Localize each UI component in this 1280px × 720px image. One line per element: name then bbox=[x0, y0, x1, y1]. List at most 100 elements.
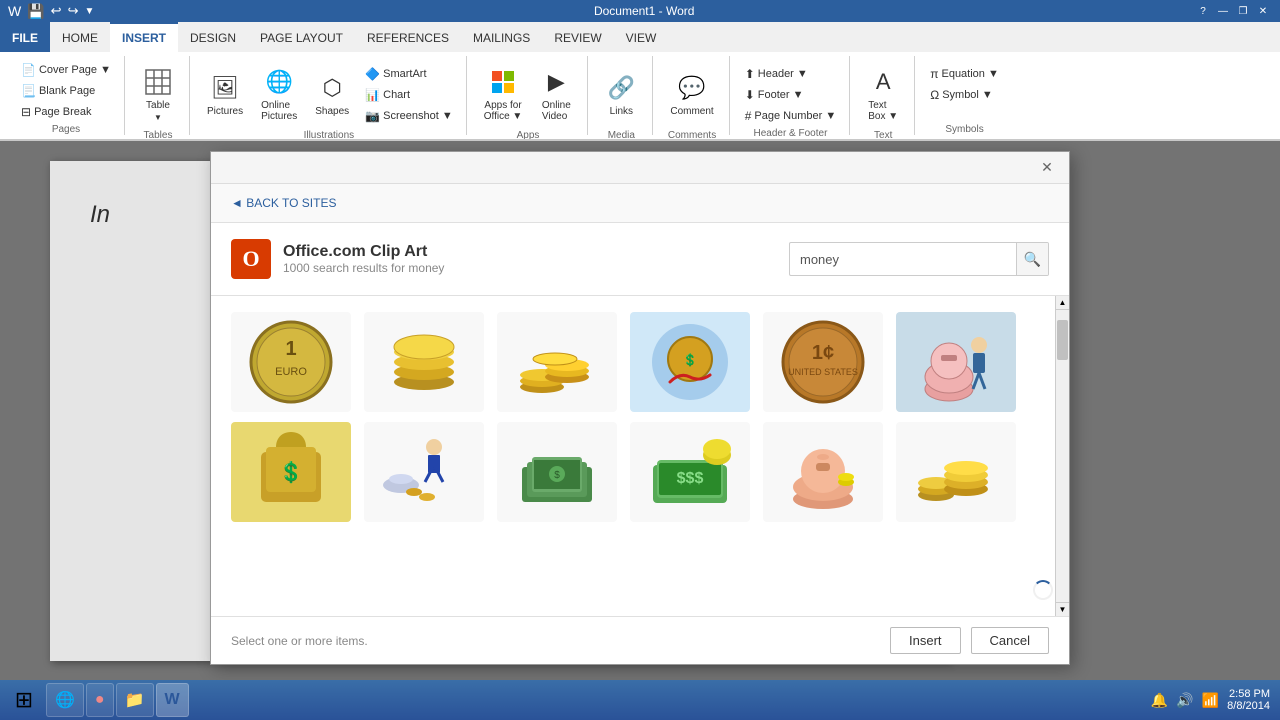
word-taskbar-icon: W bbox=[165, 691, 180, 709]
clip-item[interactable] bbox=[763, 422, 883, 522]
clip-art-dialog: ✕ ◄ BACK TO SITES O Office.com Clip Art … bbox=[210, 151, 1070, 665]
page-break-button[interactable]: ⊟ Page Break bbox=[16, 102, 116, 122]
equation-icon: π bbox=[930, 67, 938, 81]
quick-save[interactable]: 💾 bbox=[27, 3, 44, 20]
online-video-label: OnlineVideo bbox=[542, 100, 571, 122]
search-input[interactable] bbox=[790, 246, 1016, 273]
text-box-button[interactable]: A TextBox ▼ bbox=[860, 60, 906, 128]
pictures-button[interactable]: 🖼 Pictures bbox=[200, 60, 250, 128]
blank-page-button[interactable]: 📃 Blank Page bbox=[16, 81, 116, 101]
clip-item[interactable] bbox=[497, 312, 617, 412]
notification-icon[interactable]: 🔔 bbox=[1151, 692, 1168, 709]
taskbar-clock: 2:58 PM 8/8/2014 bbox=[1227, 688, 1270, 712]
dialog-close-button[interactable]: ✕ bbox=[1037, 158, 1057, 178]
taskbar-item-word[interactable]: W bbox=[156, 683, 189, 717]
chrome-icon: ● bbox=[95, 691, 105, 709]
clip-item[interactable] bbox=[896, 312, 1016, 412]
taskbar-item-chrome[interactable]: ● bbox=[86, 683, 114, 717]
minimize-button[interactable]: — bbox=[1214, 3, 1232, 19]
media-group-label: Media bbox=[608, 128, 635, 140]
tab-references[interactable]: REFERENCES bbox=[355, 22, 461, 52]
tab-design[interactable]: DESIGN bbox=[178, 22, 248, 52]
ribbon-group-illustrations: 🖼 Pictures 🌐 OnlinePictures ⬡ Shapes 🔷 bbox=[192, 56, 467, 135]
insert-button[interactable]: Insert bbox=[890, 627, 961, 654]
clip-item[interactable] bbox=[896, 422, 1016, 522]
footer-icon: ⬇ bbox=[745, 88, 755, 102]
search-box: 🔍 bbox=[789, 242, 1049, 276]
clip-item[interactable]: 1 EURO bbox=[231, 312, 351, 412]
files-icon: 📁 bbox=[125, 690, 145, 710]
tab-insert[interactable]: INSERT bbox=[110, 22, 178, 52]
search-button[interactable]: 🔍 bbox=[1016, 243, 1048, 275]
screenshot-button[interactable]: 📷 Screenshot ▼ bbox=[360, 106, 458, 126]
quick-redo[interactable]: ↪ bbox=[68, 3, 79, 19]
footer-button[interactable]: ⬇ Footer ▼ bbox=[740, 85, 842, 105]
cover-page-button[interactable]: 📄 Cover Page ▼ bbox=[16, 60, 116, 80]
office-logo-text: Office.com Clip Art 1000 search results … bbox=[283, 243, 444, 275]
dialog-images: 1 EURO bbox=[211, 296, 1069, 616]
smartart-button[interactable]: 🔷 SmartArt bbox=[360, 64, 458, 84]
tab-view[interactable]: VIEW bbox=[614, 22, 669, 52]
comment-button[interactable]: 💬 Comment bbox=[663, 60, 720, 128]
clip-item[interactable]: $ bbox=[497, 422, 617, 522]
apps-for-office-button[interactable]: Apps forOffice ▼ bbox=[477, 60, 530, 128]
scroll-up-button[interactable]: ▲ bbox=[1056, 296, 1069, 310]
links-label: Links bbox=[610, 106, 633, 117]
symbol-button[interactable]: Ω Symbol ▼ bbox=[925, 85, 1004, 105]
ribbon-group-media: 🔗 Links Media bbox=[590, 56, 653, 135]
svg-text:$: $ bbox=[554, 470, 560, 481]
tab-home[interactable]: HOME bbox=[50, 22, 110, 52]
cancel-button[interactable]: Cancel bbox=[971, 627, 1049, 654]
page-number-button[interactable]: # Page Number ▼ bbox=[740, 106, 842, 126]
taskbar-item-ie[interactable]: 🌐 bbox=[46, 683, 84, 717]
tables-group-label: Tables bbox=[144, 128, 173, 140]
chart-button[interactable]: 📊 Chart bbox=[360, 85, 458, 105]
page-number-icon: # bbox=[745, 109, 752, 123]
customize-arrow[interactable]: ▼ bbox=[84, 6, 94, 17]
header-button[interactable]: ⬆ Header ▼ bbox=[740, 64, 842, 84]
help-button[interactable]: ? bbox=[1194, 3, 1212, 19]
speaker-icon[interactable]: 🔊 bbox=[1176, 692, 1193, 709]
clip-item[interactable]: 1¢ UNITED STATES bbox=[763, 312, 883, 412]
online-pictures-button[interactable]: 🌐 OnlinePictures bbox=[254, 60, 304, 128]
network-icon[interactable]: 📶 bbox=[1202, 692, 1219, 709]
clip-item[interactable] bbox=[364, 312, 484, 412]
window-title: Document1 - Word bbox=[594, 4, 694, 18]
clip-item[interactable] bbox=[364, 422, 484, 522]
clip-item[interactable]: 💲 bbox=[231, 422, 351, 522]
chart-icon: 📊 bbox=[365, 88, 380, 102]
quick-undo[interactable]: ↩ bbox=[51, 3, 62, 19]
scroll-down-button[interactable]: ▼ bbox=[1056, 602, 1069, 616]
tab-mailings[interactable]: MAILINGS bbox=[461, 22, 542, 52]
illustrations-group-label: Illustrations bbox=[304, 128, 355, 140]
ribbon-group-pages: 📄 Cover Page ▼ 📃 Blank Page ⊟ Page Break bbox=[8, 56, 125, 135]
start-button[interactable]: ⊞ bbox=[4, 682, 44, 718]
smartart-icon: 🔷 bbox=[365, 67, 380, 81]
tab-review[interactable]: REVIEW bbox=[542, 22, 613, 52]
clip-item[interactable]: 💲 bbox=[630, 312, 750, 412]
tab-page-layout[interactable]: PAGE LAYOUT bbox=[248, 22, 355, 52]
back-to-sites-link[interactable]: ◄ BACK TO SITES bbox=[231, 196, 1049, 210]
table-label: Table bbox=[146, 100, 170, 111]
comment-label: Comment bbox=[670, 106, 713, 117]
table-icon bbox=[142, 66, 174, 98]
svg-text:EURO: EURO bbox=[275, 366, 307, 378]
tab-file[interactable]: FILE bbox=[0, 22, 50, 52]
header-icon: ⬆ bbox=[745, 67, 755, 81]
scrollbar-thumb[interactable] bbox=[1057, 320, 1068, 360]
equation-button[interactable]: π Equation ▼ bbox=[925, 64, 1004, 84]
pictures-icon: 🖼 bbox=[209, 72, 241, 104]
taskbar-right: 🔔 🔊 📶 2:58 PM 8/8/2014 bbox=[1151, 688, 1276, 712]
clip-item[interactable]: $$$ bbox=[630, 422, 750, 522]
pages-items: 📄 Cover Page ▼ 📃 Blank Page ⊟ Page Break bbox=[16, 56, 116, 122]
links-button[interactable]: 🔗 Links bbox=[598, 60, 644, 128]
svg-text:$$$: $$$ bbox=[677, 470, 704, 487]
online-video-button[interactable]: ▶ OnlineVideo bbox=[533, 60, 579, 128]
close-window-button[interactable]: ✕ bbox=[1254, 3, 1272, 19]
text-box-label: TextBox ▼ bbox=[868, 100, 898, 122]
text-box-icon: A bbox=[867, 66, 899, 98]
restore-button[interactable]: ❐ bbox=[1234, 3, 1252, 19]
taskbar-item-files[interactable]: 📁 bbox=[116, 683, 154, 717]
shapes-button[interactable]: ⬡ Shapes bbox=[308, 60, 356, 128]
table-button[interactable]: Table ▼ bbox=[135, 60, 181, 128]
